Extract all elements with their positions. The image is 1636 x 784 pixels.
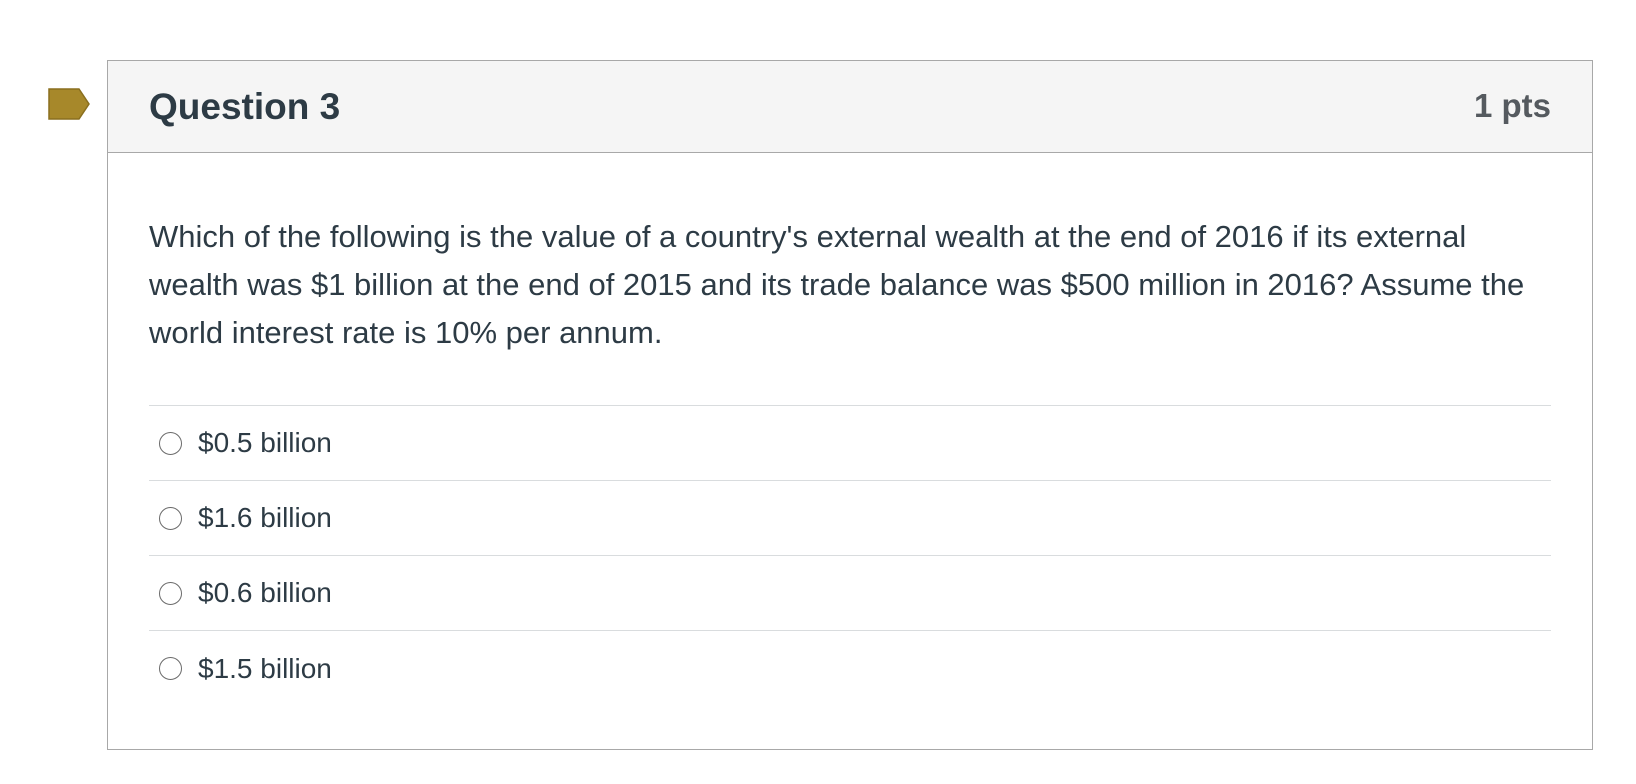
question-title: Question 3 bbox=[149, 86, 341, 127]
radio-button[interactable] bbox=[159, 581, 182, 605]
answer-option[interactable]: $0.6 billion bbox=[149, 556, 1551, 631]
answer-option[interactable]: $0.5 billion bbox=[149, 406, 1551, 481]
answer-label: $1.6 billion bbox=[198, 502, 332, 533]
flag-question-icon[interactable] bbox=[48, 88, 90, 120]
question-card: Question 3 1 pts Which of the following … bbox=[107, 60, 1593, 750]
question-text: Which of the following is the value of a… bbox=[149, 219, 1525, 350]
answer-label: $0.6 billion bbox=[198, 577, 332, 608]
radio-button[interactable] bbox=[159, 431, 182, 455]
answer-label: $1.5 billion bbox=[198, 652, 332, 684]
question-points: 1 pts bbox=[1473, 87, 1551, 124]
answer-option[interactable]: $1.5 billion bbox=[149, 631, 1551, 706]
answer-option[interactable]: $1.6 billion bbox=[149, 481, 1551, 556]
question-header: Question 3 1 pts bbox=[108, 61, 1592, 153]
radio-button[interactable] bbox=[159, 657, 182, 680]
question-body: Which of the following is the value of a… bbox=[108, 153, 1592, 706]
radio-button[interactable] bbox=[159, 506, 182, 530]
answer-label: $0.5 billion bbox=[198, 427, 332, 458]
answer-list: $0.5 billion $1.6 billion $0.6 billion $… bbox=[149, 405, 1551, 706]
